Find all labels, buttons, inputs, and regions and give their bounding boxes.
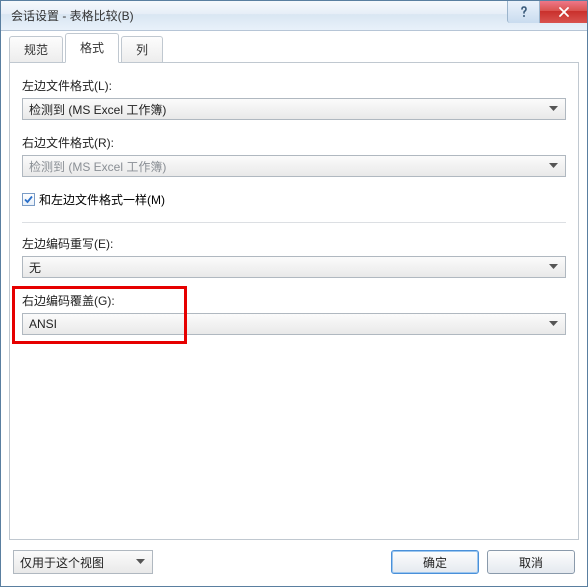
dialog-footer: 仅用于这个视图 确定 取消 — [9, 540, 579, 576]
dialog-window: 会话设置 - 表格比较(B) 规范 格式 列 左边文件格式(L): — [0, 0, 588, 587]
right-encoding-value: ANSI — [29, 317, 545, 331]
close-icon — [558, 7, 570, 17]
check-icon — [23, 194, 34, 205]
same-as-left-label: 和左边文件格式一样(M) — [39, 191, 165, 208]
window-controls — [507, 1, 587, 23]
cancel-button[interactable]: 取消 — [487, 550, 575, 574]
chevron-down-icon — [545, 321, 561, 327]
scope-combo[interactable]: 仅用于这个视图 — [13, 550, 153, 574]
left-encoding-value: 无 — [29, 259, 545, 276]
same-as-left-checkbox[interactable] — [22, 193, 35, 206]
chevron-down-icon — [545, 163, 561, 169]
chevron-down-icon — [132, 559, 148, 565]
close-button[interactable] — [539, 1, 587, 23]
help-icon — [519, 6, 529, 18]
left-format-combo[interactable]: 检测到 (MS Excel 工作簿) — [22, 98, 566, 120]
ok-button[interactable]: 确定 — [391, 550, 479, 574]
right-format-value: 检测到 (MS Excel 工作簿) — [29, 158, 545, 175]
left-encoding-group: 左边编码重写(E): 无 — [22, 235, 566, 278]
scope-value: 仅用于这个视图 — [20, 554, 132, 571]
cancel-label: 取消 — [519, 554, 543, 571]
dialog-body: 规范 格式 列 左边文件格式(L): 检测到 (MS Excel 工作簿) 右边… — [1, 31, 587, 586]
chevron-down-icon — [545, 264, 561, 270]
right-encoding-combo[interactable]: ANSI — [22, 313, 566, 335]
same-as-left-checkbox-row[interactable]: 和左边文件格式一样(M) — [22, 191, 566, 208]
right-format-combo: 检测到 (MS Excel 工作簿) — [22, 155, 566, 177]
format-pane: 左边文件格式(L): 检测到 (MS Excel 工作簿) 右边文件格式(R):… — [9, 63, 579, 540]
tab-columns[interactable]: 列 — [121, 36, 163, 63]
window-title: 会话设置 - 表格比较(B) — [11, 7, 134, 24]
right-format-label: 右边文件格式(R): — [22, 134, 566, 151]
right-format-group: 右边文件格式(R): 检测到 (MS Excel 工作簿) — [22, 134, 566, 177]
left-encoding-label: 左边编码重写(E): — [22, 235, 566, 252]
divider — [22, 222, 566, 223]
left-encoding-combo[interactable]: 无 — [22, 256, 566, 278]
chevron-down-icon — [545, 106, 561, 112]
titlebar: 会话设置 - 表格比较(B) — [1, 1, 587, 31]
tab-format[interactable]: 格式 — [65, 33, 119, 63]
ok-label: 确定 — [423, 554, 447, 571]
right-encoding-label: 右边编码覆盖(G): — [22, 292, 566, 309]
right-encoding-group: 右边编码覆盖(G): ANSI — [22, 292, 566, 335]
left-format-value: 检测到 (MS Excel 工作簿) — [29, 101, 545, 118]
tab-spec[interactable]: 规范 — [9, 36, 63, 63]
left-format-group: 左边文件格式(L): 检测到 (MS Excel 工作簿) — [22, 77, 566, 120]
help-button[interactable] — [507, 1, 539, 23]
tab-strip: 规范 格式 列 — [9, 37, 579, 63]
left-format-label: 左边文件格式(L): — [22, 77, 566, 94]
